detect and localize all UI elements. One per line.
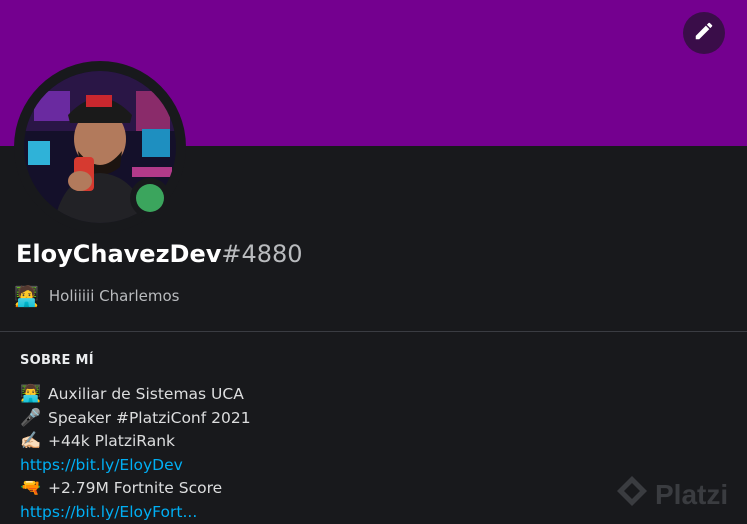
list-item: https://bit.ly/EloyFort... bbox=[20, 501, 540, 524]
about-line-text: Auxiliar de Sistemas UCA bbox=[48, 383, 244, 407]
pencil-icon bbox=[693, 20, 715, 46]
watermark-text: Platzi bbox=[655, 479, 728, 511]
about-me-text: 👨‍💻 Auxiliar de Sistemas UCA 🎤 Speaker #… bbox=[20, 383, 540, 524]
technologist-emoji-icon: 👨‍💻 bbox=[20, 386, 44, 403]
technologist-emoji-icon: 🧑‍💻 bbox=[14, 286, 39, 306]
list-item: ✍🏻 +44k PlatziRank bbox=[20, 430, 540, 454]
list-item: https://bit.ly/EloyDev bbox=[20, 454, 540, 478]
custom-status-text: Holiiiii Charlemos bbox=[49, 287, 180, 305]
username: EloyChavezDev#4880 bbox=[16, 240, 303, 268]
about-line-text: Speaker #PlatziConf 2021 bbox=[48, 407, 251, 431]
about-line-text: +2.79M Fortnite Score bbox=[48, 477, 222, 501]
edit-profile-button[interactable] bbox=[683, 12, 725, 54]
username-tag: #4880 bbox=[221, 240, 302, 268]
eloydev-link[interactable]: https://bit.ly/EloyDev bbox=[20, 454, 183, 478]
writing-hand-emoji-icon: ✍🏻 bbox=[20, 433, 44, 450]
platzi-watermark: Platzi bbox=[615, 474, 728, 515]
microphone-emoji-icon: 🎤 bbox=[20, 410, 44, 427]
divider bbox=[0, 331, 747, 332]
water-pistol-emoji-icon: 🔫 bbox=[20, 480, 44, 497]
list-item: 👨‍💻 Auxiliar de Sistemas UCA bbox=[20, 383, 540, 407]
custom-status: 🧑‍💻 Holiiiii Charlemos bbox=[14, 286, 179, 306]
username-name: EloyChavezDev bbox=[16, 240, 221, 268]
list-item: 🔫 +2.79M Fortnite Score bbox=[20, 477, 540, 501]
platzi-logo-icon bbox=[615, 474, 649, 515]
list-item: 🎤 Speaker #PlatziConf 2021 bbox=[20, 407, 540, 431]
about-line-text: +44k PlatziRank bbox=[48, 430, 175, 454]
about-me-heading: SOBRE MÍ bbox=[20, 353, 94, 368]
online-status-indicator bbox=[136, 184, 164, 212]
eloyfort-link[interactable]: https://bit.ly/EloyFort... bbox=[20, 501, 197, 524]
